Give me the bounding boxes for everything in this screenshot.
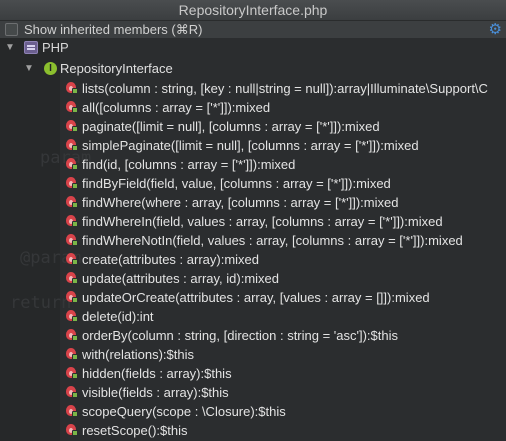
show-inherited-checkbox[interactable] (5, 23, 18, 36)
method-item[interactable]: find(id, [columns : array = ['*']]):mixe… (0, 155, 506, 174)
method-signature: with(relations):$this (82, 347, 194, 362)
public-method-icon (66, 215, 78, 227)
method-signature: scopeQuery(scope : \Closure):$this (82, 404, 286, 419)
method-item[interactable]: findWhereNotIn(field, values : array, [c… (0, 231, 506, 250)
method-signature: visible(fields : array):$this (82, 385, 229, 400)
method-item[interactable]: lists(column : string, [key : null|strin… (0, 79, 506, 98)
public-method-icon (66, 234, 78, 246)
expand-arrow-icon[interactable]: ▼ (24, 64, 34, 74)
public-method-icon (66, 139, 78, 151)
method-item[interactable]: scopeQuery(scope : \Closure):$this (0, 402, 506, 421)
public-method-icon (66, 291, 78, 303)
public-method-icon (66, 177, 78, 189)
method-item[interactable]: hidden(fields : array):$this (0, 364, 506, 383)
interface-icon: I (44, 62, 57, 75)
tree-node-interface[interactable]: ▼ I RepositoryInterface (0, 59, 506, 78)
public-method-icon (66, 329, 78, 341)
method-signature: orderBy(column : string, [direction : st… (82, 328, 398, 343)
php-folder-icon (24, 41, 38, 54)
method-signature: paginate([limit = null], [columns : arra… (82, 119, 380, 134)
method-signature: updateOrCreate(attributes : array, [valu… (82, 290, 430, 305)
method-signature: create(attributes : array):mixed (82, 252, 260, 267)
method-item[interactable]: resetScope():$this (0, 421, 506, 440)
method-item[interactable]: update(attributes : array, id):mixed (0, 269, 506, 288)
public-method-icon (66, 196, 78, 208)
public-method-icon (66, 120, 78, 132)
public-method-icon (66, 272, 78, 284)
method-item[interactable]: visible(fields : array):$this (0, 383, 506, 402)
method-signature: findWhereNotIn(field, values : array, [c… (82, 233, 463, 248)
public-method-icon (66, 253, 78, 265)
method-signature: findWhereIn(field, values : array, [colu… (82, 214, 443, 229)
window-title: RepositoryInterface.php (0, 0, 506, 21)
method-signature: find(id, [columns : array = ['*']]):mixe… (82, 157, 296, 172)
public-method-icon (66, 82, 78, 94)
method-item[interactable]: findByField(field, value, [columns : arr… (0, 174, 506, 193)
method-signature: simplePaginate([limit = null], [columns … (82, 138, 419, 153)
method-item[interactable]: paginate([limit = null], [columns : arra… (0, 117, 506, 136)
method-item[interactable]: updateOrCreate(attributes : array, [valu… (0, 288, 506, 307)
method-signature: delete(id):int (82, 309, 154, 324)
method-signature: lists(column : string, [key : null|strin… (82, 81, 488, 96)
gear-icon[interactable]: ⚙ (489, 21, 502, 38)
public-method-icon (66, 310, 78, 322)
method-item[interactable]: findWhere(where : array, [columns : arra… (0, 193, 506, 212)
public-method-icon (66, 386, 78, 398)
structure-tree[interactable]: param @param return ▼ PHP ▼ I Repository… (0, 38, 506, 441)
tree-node-php[interactable]: ▼ PHP (0, 38, 506, 57)
method-signature: all([columns : array = ['*']]):mixed (82, 100, 271, 115)
method-signature: findWhere(where : array, [columns : arra… (82, 195, 399, 210)
public-method-icon (66, 367, 78, 379)
method-item[interactable]: delete(id):int (0, 307, 506, 326)
method-signature: update(attributes : array, id):mixed (82, 271, 280, 286)
method-item[interactable]: create(attributes : array):mixed (0, 250, 506, 269)
method-item[interactable]: orderBy(column : string, [direction : st… (0, 326, 506, 345)
public-method-icon (66, 101, 78, 113)
public-method-icon (66, 158, 78, 170)
public-method-icon (66, 424, 78, 436)
tree-node-php-label: PHP (42, 40, 69, 55)
public-method-icon (66, 348, 78, 360)
method-signature: findByField(field, value, [columns : arr… (82, 176, 391, 191)
tree-node-interface-label: RepositoryInterface (60, 61, 173, 76)
method-item[interactable]: findWhereIn(field, values : array, [colu… (0, 212, 506, 231)
show-inherited-label[interactable]: Show inherited members (⌘R) (24, 21, 202, 38)
method-item[interactable]: all([columns : array = ['*']]):mixed (0, 98, 506, 117)
method-item[interactable]: with(relations):$this (0, 345, 506, 364)
method-item[interactable]: simplePaginate([limit = null], [columns … (0, 136, 506, 155)
expand-arrow-icon[interactable]: ▼ (5, 43, 15, 53)
public-method-icon (66, 405, 78, 417)
structure-toolbar: Show inherited members (⌘R) ⚙ (0, 21, 506, 38)
method-signature: resetScope():$this (82, 423, 188, 438)
method-signature: hidden(fields : array):$this (82, 366, 232, 381)
